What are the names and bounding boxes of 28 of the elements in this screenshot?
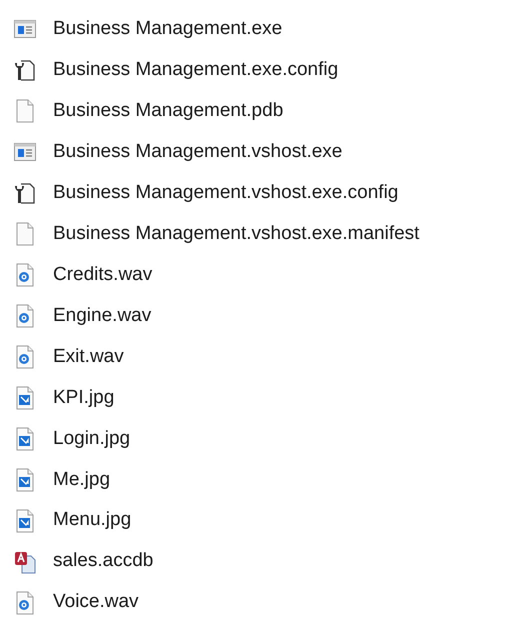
file-name[interactable]: KPI.jpg (53, 384, 114, 412)
file-name[interactable]: Menu.jpg (53, 506, 132, 535)
file-name[interactable]: Business Management.pdb (53, 97, 284, 126)
image-file-icon (14, 468, 36, 492)
blank-file-icon (14, 99, 36, 124)
image-file-icon (14, 508, 36, 533)
audio-file-icon (14, 344, 36, 369)
file-name[interactable]: Voice.wav (53, 588, 139, 617)
audio-file-icon (14, 590, 36, 615)
wrench-file-icon (14, 181, 36, 206)
file-name[interactable]: Credits.wav (53, 260, 152, 290)
wrench-file-icon (14, 58, 36, 82)
audio-file-icon (14, 263, 36, 288)
file-name[interactable]: Business Management.vshost.exe (53, 138, 342, 167)
file-name[interactable]: Business Management.vshost.exe.config (53, 178, 398, 208)
file-name[interactable]: Business Management.exe (53, 15, 282, 44)
file-name[interactable]: Me.jpg (53, 466, 110, 494)
file-name[interactable]: Engine.wav (53, 302, 152, 330)
image-file-icon (14, 426, 36, 451)
file-name[interactable]: Login.jpg (53, 424, 130, 454)
database-file-icon (14, 550, 36, 574)
file-name[interactable]: Business Management.exe.config (53, 56, 338, 85)
image-file-icon (14, 386, 36, 410)
blank-file-icon (14, 222, 36, 246)
file-name[interactable]: Business Management.vshost.exe.manifest (53, 220, 420, 248)
file-name[interactable]: sales.accdb (53, 547, 154, 576)
file-name[interactable]: Exit.wav (53, 342, 124, 372)
audio-file-icon (14, 304, 36, 328)
